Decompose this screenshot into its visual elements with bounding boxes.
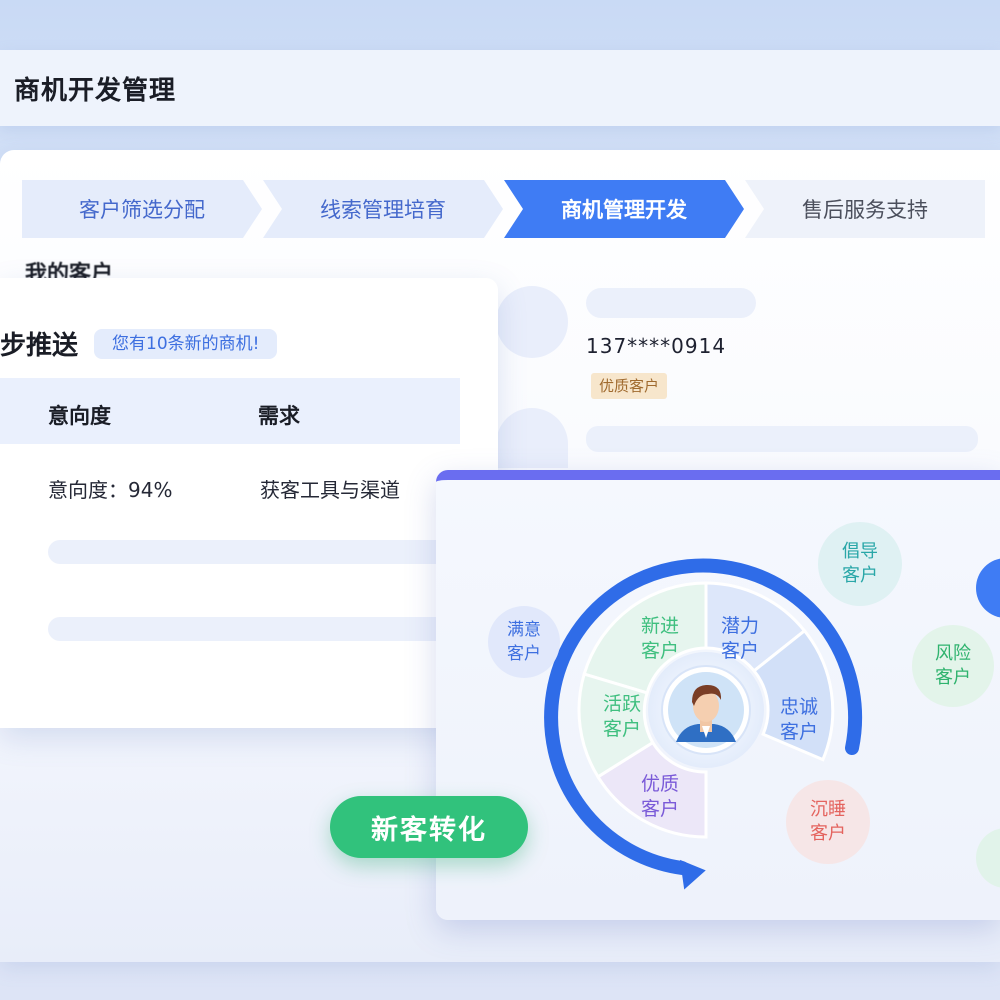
bubble-advocate[interactable]: 倡导客户 — [818, 522, 902, 606]
customer-lifecycle-card: 新进客户 潜力客户 忠诚客户 优质客户 活跃客户 满意客户 倡导客户 风险客户 … — [436, 470, 1000, 920]
segment-label-text: 活跃客户 — [602, 693, 641, 740]
bubble-dormant[interactable]: 沉睡客户 — [786, 780, 870, 864]
bubble-label: 满意客户 — [507, 620, 541, 664]
bubble-label: 风险客户 — [935, 643, 971, 688]
cell-need: 获客工具与渠道 — [260, 478, 400, 502]
new-opportunity-badge[interactable]: 您有10条新的商机! — [94, 329, 278, 359]
step-lead-nurture[interactable]: 线索管理培育 — [263, 180, 503, 238]
segment-label-new[interactable]: 新进客户 — [630, 614, 690, 664]
column-header-need: 需求 — [258, 404, 300, 428]
segment-label-active[interactable]: 活跃客户 — [592, 692, 652, 742]
info-placeholder — [586, 426, 978, 452]
header-bar: 商机开发管理 — [0, 50, 1000, 126]
segment-label-text: 忠诚客户 — [779, 696, 818, 743]
customer-tag: 优质客户 — [591, 373, 668, 399]
segment-label-text: 优质客户 — [640, 773, 679, 820]
segment-label-text: 潜力客户 — [720, 615, 759, 662]
bubble-satisfied[interactable]: 满意客户 — [488, 606, 560, 678]
step-opportunity-dev[interactable]: 商机管理开发 — [504, 180, 744, 238]
lifecycle-ring — [544, 558, 863, 890]
step-after-sales[interactable]: 售后服务支持 — [745, 180, 985, 238]
row-placeholder — [48, 617, 448, 641]
segment-label-text: 新进客户 — [640, 615, 679, 662]
new-customer-convert-button[interactable]: 新客转化 — [330, 796, 528, 858]
push-title: 步推送 — [0, 331, 79, 361]
segment-label-loyal[interactable]: 忠诚客户 — [769, 695, 829, 745]
bubble-risk[interactable]: 风险客户 — [912, 625, 994, 707]
segment-label-potential[interactable]: 潜力客户 — [710, 614, 770, 664]
bubble-label: 沉睡客户 — [810, 799, 846, 844]
row-placeholder — [48, 540, 448, 564]
bubble-label: 倡导客户 — [842, 541, 878, 586]
column-header-intent: 意向度 — [48, 404, 111, 428]
cell-intent: 意向度：94% — [48, 478, 173, 502]
page-title: 商机开发管理 — [14, 76, 177, 106]
process-steps: 客户筛选分配 线索管理培育 商机管理开发 售后服务支持 — [22, 180, 987, 238]
step-customer-filter[interactable]: 客户筛选分配 — [22, 180, 262, 238]
segment-label-quality[interactable]: 优质客户 — [630, 772, 690, 822]
customer-phone: 137****0914 — [586, 334, 727, 358]
avatar-placeholder — [496, 286, 568, 358]
name-placeholder — [586, 288, 756, 318]
